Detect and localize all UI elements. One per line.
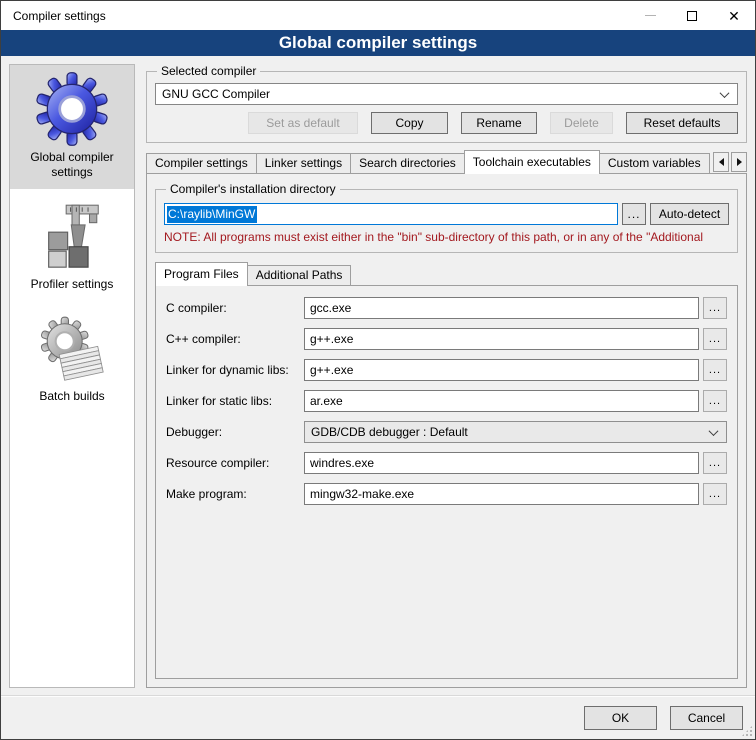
- installation-directory-selected-text: C:\raylib\MinGW: [167, 206, 257, 223]
- sidebar-item-label: Global compiler settings: [14, 150, 130, 180]
- installation-directory-group-label: Compiler's installation directory: [166, 182, 340, 196]
- title-bar: Compiler settings ✕: [1, 1, 755, 30]
- tab-scroll-area: Compiler settings Linker settings Search…: [146, 150, 710, 174]
- tab-custom-variables[interactable]: Custom variables: [599, 153, 710, 174]
- cpp-compiler-input[interactable]: [304, 328, 699, 350]
- sidebar-item-label: Profiler settings: [31, 277, 114, 292]
- chevron-down-icon: [720, 88, 730, 98]
- tab-build-options[interactable]: Build options: [709, 153, 710, 174]
- close-button[interactable]: ✕: [713, 1, 755, 30]
- settings-category-sidebar: Global compiler settings P: [9, 64, 135, 688]
- subtab-additional-paths[interactable]: Additional Paths: [247, 265, 352, 286]
- field-row-cpp-compiler: C++ compiler: ...: [166, 328, 727, 350]
- field-row-debugger: Debugger: GDB/CDB debugger : Default: [166, 421, 727, 443]
- sidebar-item-label: Batch builds: [39, 389, 104, 404]
- tab-compiler-settings[interactable]: Compiler settings: [146, 153, 257, 174]
- page-title: Global compiler settings: [1, 30, 755, 56]
- tab-linker-settings[interactable]: Linker settings: [256, 153, 351, 174]
- field-row-dynamic-linker: Linker for dynamic libs: ...: [166, 359, 727, 381]
- field-row-make-program: Make program: ...: [166, 483, 727, 505]
- window-controls: ✕: [629, 1, 755, 30]
- sidebar-item-batch-builds[interactable]: Batch builds: [10, 308, 134, 413]
- window-title: Compiler settings: [1, 9, 106, 23]
- field-label: Resource compiler:: [166, 456, 304, 470]
- settings-tab-strip: Compiler settings Linker settings Search…: [146, 150, 747, 174]
- selected-compiler-group: Selected compiler GNU GCC Compiler Set a…: [146, 64, 747, 143]
- set-as-default-button[interactable]: Set as default: [248, 112, 358, 134]
- field-label: Make program:: [166, 487, 304, 501]
- triangle-left-icon: [719, 158, 724, 166]
- main-panel: Selected compiler GNU GCC Compiler Set a…: [146, 64, 747, 688]
- field-row-c-compiler: C compiler: ...: [166, 297, 727, 319]
- minimize-button[interactable]: [629, 1, 671, 30]
- cpp-compiler-browse-button[interactable]: ...: [703, 328, 727, 350]
- triangle-right-icon: [737, 158, 742, 166]
- tab-scroll-buttons: [713, 152, 747, 172]
- program-files-panel: C compiler: ... C++ compiler: ... Linker…: [155, 285, 738, 679]
- field-label: C++ compiler:: [166, 332, 304, 346]
- tab-toolchain-executables[interactable]: Toolchain executables: [464, 150, 600, 174]
- field-label: Debugger:: [166, 425, 304, 439]
- c-compiler-browse-button[interactable]: ...: [703, 297, 727, 319]
- installation-directory-browse-button[interactable]: ...: [622, 203, 646, 225]
- auto-detect-button[interactable]: Auto-detect: [650, 203, 729, 225]
- field-label: C compiler:: [166, 301, 304, 315]
- selected-compiler-select[interactable]: GNU GCC Compiler: [155, 83, 738, 105]
- blue-gear-icon: [35, 72, 109, 146]
- close-icon: ✕: [728, 9, 740, 23]
- resource-compiler-input[interactable]: [304, 452, 699, 474]
- minimize-icon: [645, 15, 656, 16]
- dynamic-linker-browse-button[interactable]: ...: [703, 359, 727, 381]
- debugger-select[interactable]: GDB/CDB debugger : Default: [304, 421, 727, 443]
- field-label: Linker for static libs:: [166, 394, 304, 408]
- tab-scroll-right-button[interactable]: [731, 152, 747, 172]
- maximize-icon: [687, 11, 697, 21]
- resource-compiler-browse-button[interactable]: ...: [703, 452, 727, 474]
- installation-directory-group: Compiler's installation directory C:\ray…: [155, 182, 738, 253]
- program-files-tab-strip: Program Files Additional Paths: [155, 263, 738, 286]
- compiler-actions-row: Set as default Copy Rename Delete Reset …: [155, 112, 738, 134]
- field-label: Linker for dynamic libs:: [166, 363, 304, 377]
- copy-button[interactable]: Copy: [371, 112, 448, 134]
- reset-defaults-button[interactable]: Reset defaults: [626, 112, 738, 134]
- field-row-resource-compiler: Resource compiler: ...: [166, 452, 727, 474]
- bin-subdirectory-note: NOTE: All programs must exist either in …: [164, 230, 729, 244]
- dialog-footer: OK Cancel: [1, 695, 755, 739]
- sidebar-item-profiler-settings[interactable]: Profiler settings: [10, 196, 134, 301]
- static-linker-input[interactable]: [304, 390, 699, 412]
- make-program-browse-button[interactable]: ...: [703, 483, 727, 505]
- toolchain-executables-panel: Compiler's installation directory C:\ray…: [146, 173, 747, 688]
- dynamic-linker-input[interactable]: [304, 359, 699, 381]
- rename-button[interactable]: Rename: [461, 112, 537, 134]
- tab-scroll-left-button[interactable]: [713, 152, 729, 172]
- delete-button[interactable]: Delete: [550, 112, 613, 134]
- subtab-program-files[interactable]: Program Files: [155, 262, 248, 286]
- maximize-button[interactable]: [671, 1, 713, 30]
- installation-directory-input[interactable]: C:\raylib\MinGW: [164, 203, 618, 225]
- make-program-input[interactable]: [304, 483, 699, 505]
- sidebar-item-global-compiler-settings[interactable]: Global compiler settings: [10, 65, 134, 189]
- cancel-button[interactable]: Cancel: [670, 706, 743, 730]
- chevron-down-icon: [709, 426, 719, 436]
- selected-compiler-value: GNU GCC Compiler: [162, 87, 270, 101]
- dialog-body: Global compiler settings P: [1, 56, 755, 695]
- installation-directory-row: C:\raylib\MinGW ... Auto-detect: [164, 203, 729, 225]
- selected-compiler-group-label: Selected compiler: [157, 64, 260, 78]
- gray-gear-stack-icon: [37, 315, 107, 385]
- ok-button[interactable]: OK: [584, 706, 657, 730]
- tab-search-directories[interactable]: Search directories: [350, 153, 465, 174]
- debugger-value: GDB/CDB debugger : Default: [311, 425, 468, 439]
- static-linker-browse-button[interactable]: ...: [703, 390, 727, 412]
- compiler-settings-dialog: Compiler settings ✕ Global compiler sett…: [0, 0, 756, 740]
- caliper-icon: [37, 203, 107, 273]
- field-row-static-linker: Linker for static libs: ...: [166, 390, 727, 412]
- c-compiler-input[interactable]: [304, 297, 699, 319]
